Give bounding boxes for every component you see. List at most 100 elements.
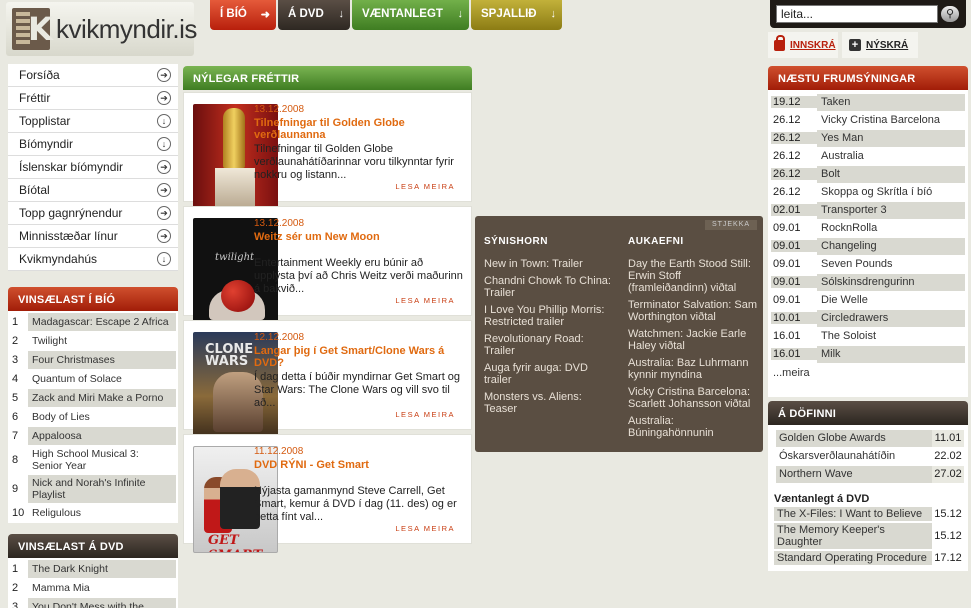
movie-title: Zack and Miri Make a Porno [28, 389, 176, 407]
rank-number: 7 [12, 430, 19, 442]
events-list: Golden Globe Awards 11.01 Óskarsverðlaunah… [768, 425, 968, 485]
nav-item[interactable]: Kvikmyndahús ↓ [8, 248, 178, 271]
list-item[interactable]: 2 Mamma Mia [10, 579, 176, 598]
media-panel: STJEKKA SÝNISHORN New in Town: Trailer Ch… [475, 216, 763, 452]
upcoming-dvd-row[interactable]: The X-Files: I Want to Believe 15.12 [774, 507, 964, 521]
list-item[interactable]: 9 Nick and Norah's Infinite Playlist [10, 475, 176, 504]
premiere-row[interactable]: 16.01 The Soloist [771, 327, 965, 345]
premiere-row[interactable]: 02.01 Transporter 3 [771, 201, 965, 219]
nav-item[interactable]: Fréttir ➔ [8, 87, 178, 110]
premiere-row[interactable]: 09.01 Sólskinsdrengurinn [771, 273, 965, 291]
movie-title: Religulous [32, 507, 82, 519]
trailer-link[interactable]: Auga fyrir auga: DVD trailer [484, 362, 612, 386]
search-icon[interactable]: ⚲ [941, 6, 959, 22]
list-item[interactable]: 2 Twilight [10, 332, 176, 351]
nav-vaentanlegt[interactable]: VÆNTANLEGT ↓ [352, 0, 469, 30]
trailer-link[interactable]: Revolutionary Road: Trailer [484, 333, 612, 357]
premiere-row[interactable]: 09.01 Seven Pounds [771, 255, 965, 273]
news-item: 13.12.2008 Tilnefningar til Golden Globe … [183, 92, 472, 211]
news-headline[interactable]: Tilnefningar til Golden Globe verðlaunan… [254, 117, 464, 141]
premiere-title: Taken [817, 93, 965, 111]
premiere-row[interactable]: 26.12 Bolt [771, 165, 965, 183]
login-label: INNSKRÁ [790, 40, 836, 51]
premiere-row[interactable]: 26.12 Yes Man [771, 129, 965, 147]
premiere-row[interactable]: 19.12 Taken [771, 93, 965, 111]
trailers-list: New in Town: Trailer Chandni Chowk To Chi… [484, 258, 612, 415]
list-item[interactable]: 10 Religulous [10, 504, 176, 523]
premiere-row[interactable]: 09.01 Changeling [771, 237, 965, 255]
list-item[interactable]: 3 You Don't Mess with the [10, 598, 176, 608]
extra-link[interactable]: Australia: Búningahönnunin [628, 415, 758, 439]
upcoming-dvd-row[interactable]: Standard Operating Procedure 17.12 [774, 551, 964, 565]
event-date: 27.02 [932, 465, 964, 483]
extra-link[interactable]: Vicky Cristina Barcelona: Scarlett Johan… [628, 386, 758, 410]
premiere-row[interactable]: 26.12 Skoppa og Skrítla í bíó [771, 183, 965, 201]
nav-item[interactable]: Topp gagnrýnendur ➔ [8, 202, 178, 225]
nav-spjallid[interactable]: SPJALLIÐ ↓ [471, 0, 562, 30]
news-headline[interactable]: Langar þig í Get Smart/Clone Wars á DVD? [254, 345, 464, 369]
list-item[interactable]: 8 High School Musical 3: Senior Year [10, 446, 176, 475]
rank-number: 10 [12, 507, 25, 519]
event-row[interactable]: Golden Globe Awards 11.01 [776, 429, 964, 447]
nav-a-dvd[interactable]: Á DVD ↓ [278, 0, 350, 30]
premiere-row[interactable]: 09.01 Die Welle [771, 291, 965, 309]
extra-link[interactable]: Australia: Baz Luhrmann kynnir myndina [628, 357, 758, 381]
trailer-link[interactable]: I Love You Phillip Morris: Restricted tr… [484, 304, 612, 328]
premiere-title: Bolt [817, 165, 965, 183]
trailer-link[interactable]: New in Town: Trailer [484, 258, 612, 270]
list-item[interactable]: 3 Four Christmases [10, 351, 176, 370]
extra-link[interactable]: Watchmen: Jackie Earle Haley viðtal [628, 328, 758, 352]
nav-item[interactable]: Bíómyndir ↓ [8, 133, 178, 156]
news-headline[interactable]: Weitz sér um New Moon [254, 231, 464, 243]
premiere-title: Circledrawers [817, 309, 965, 327]
list-item[interactable]: 1 Madagascar: Escape 2 Africa [10, 313, 176, 332]
nav-item[interactable]: Forsíða ➔ [8, 64, 178, 87]
premiere-row[interactable]: 09.01 RocknRolla [771, 219, 965, 237]
read-more-link[interactable]: LESA MEIRA [395, 524, 455, 533]
news-headline[interactable]: DVD RÝNI - Get Smart [254, 459, 464, 471]
read-more-link[interactable]: LESA MEIRA [395, 410, 455, 419]
event-row[interactable]: Northern Wave 27.02 [776, 465, 964, 483]
more-link[interactable]: ...meira [771, 363, 965, 395]
nav-item[interactable]: Topplistar ↓ [8, 110, 178, 133]
extra-link[interactable]: Terminator Salvation: Sam Worthington vi… [628, 299, 758, 323]
premiere-title: The Soloist [817, 327, 965, 345]
nav-item[interactable]: Íslenskar bíómyndir ➔ [8, 156, 178, 179]
nav-item[interactable]: Bíótal ➔ [8, 179, 178, 202]
read-more-link[interactable]: LESA MEIRA [395, 296, 455, 305]
upcoming-dvd-heading: Væntanlegt á DVD [768, 485, 968, 507]
list-item[interactable]: 1 The Dark Knight [10, 560, 176, 579]
premiere-row[interactable]: 26.12 Australia [771, 147, 965, 165]
list-item[interactable]: 7 Appaloosa [10, 427, 176, 446]
movie-title: Twilight [32, 335, 68, 347]
event-row[interactable]: Óskarsverðlaunahátíðin 22.02 [776, 447, 964, 465]
nav-i-bio[interactable]: Í BÍÓ ➜ [210, 0, 276, 30]
premiere-title: Skoppa og Skrítla í bíó [817, 183, 965, 201]
premiere-row[interactable]: 16.01 Milk [771, 345, 965, 363]
trailer-link[interactable]: Monsters vs. Aliens: Teaser [484, 391, 612, 415]
premiere-title: Yes Man [817, 129, 965, 147]
nav-item-label: Kvikmyndahús [19, 252, 98, 266]
login-link[interactable]: INNSKRÁ [768, 32, 838, 58]
premiere-date: 09.01 [773, 222, 801, 234]
trailer-link[interactable]: Chandni Chowk To China: Trailer [484, 275, 612, 299]
search-input[interactable] [776, 5, 938, 23]
premiere-row[interactable]: 10.01 Circledrawers [771, 309, 965, 327]
extra-link[interactable]: Day the Earth Stood Still: Erwin Stoff (… [628, 258, 758, 294]
news-item: CLONE WARS 12.12.2008 Langar þig í Get Smar… [183, 320, 472, 439]
premiere-date: 09.01 [773, 294, 801, 306]
nav-item[interactable]: Minnisstæðar línur ➔ [8, 225, 178, 248]
list-item[interactable]: 4 Quantum of Solace [10, 370, 176, 389]
nav-item-label: Bíómyndir [19, 137, 74, 151]
list-item[interactable]: 6 Body of Lies [10, 408, 176, 427]
premiere-row[interactable]: 26.12 Vicky Cristina Barcelona [771, 111, 965, 129]
site-logo[interactable]: kvikmyndir.is [6, 2, 197, 56]
stjekka-button[interactable]: STJEKKA [705, 220, 757, 230]
list-item[interactable]: 5 Zack and Miri Make a Porno [10, 389, 176, 408]
movie-title: Mamma Mia [32, 582, 90, 594]
upcoming-dvd-row[interactable]: The Memory Keeper's Daughter 15.12 [774, 523, 964, 549]
premiere-title: Transporter 3 [817, 201, 965, 219]
news-title: NÝLEGAR FRÉTTIR [183, 66, 472, 90]
register-link[interactable]: + NÝSKRÁ [842, 32, 918, 58]
read-more-link[interactable]: LESA MEIRA [395, 182, 455, 191]
